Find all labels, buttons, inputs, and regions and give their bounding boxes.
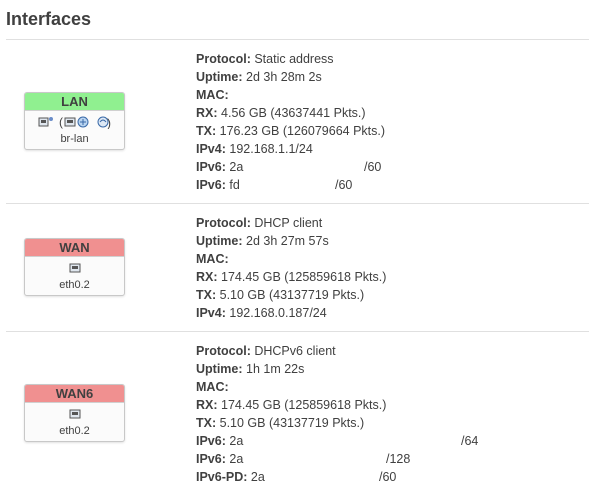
svg-text:(: ( (59, 115, 63, 129)
interface-badge-lan[interactable]: LAN ( ) br-lan (24, 92, 125, 150)
mac-label: MAC: (196, 380, 229, 394)
rx-value: 174.45 GB (125859618 Pkts.) (221, 270, 387, 284)
protocol-value: Static address (254, 52, 334, 66)
protocol-label: Protocol: (196, 216, 251, 230)
ipv4-label: IPv4: (196, 306, 226, 320)
ipv4-value: 192.168.1.1/24 (229, 142, 313, 156)
protocol-label: Protocol: (196, 52, 251, 66)
mac-label: MAC: (196, 252, 229, 266)
tx-label: TX: (196, 124, 217, 138)
uptime-label: Uptime: (196, 234, 243, 248)
rx-value: 4.56 GB (43637441 Pkts.) (221, 106, 366, 120)
ipv6-suffix: /60 (335, 178, 353, 192)
bridge-icon: ( (59, 113, 97, 130)
interface-icons (25, 403, 124, 424)
protocol-label: Protocol: (196, 344, 251, 358)
interface-details-wan6: Protocol: DHCPv6 client Uptime: 1h 1m 22… (196, 342, 478, 486)
uptime-value: 1h 1m 22s (246, 362, 305, 376)
ipv4-value: 192.168.0.187/24 (229, 306, 327, 320)
ipv4-label: IPv4: (196, 142, 226, 156)
rx-label: RX: (196, 398, 218, 412)
ipv6-prefix: 2a (229, 160, 244, 174)
interface-icons: ( ) (25, 111, 124, 132)
interface-device: eth0.2 (59, 279, 90, 291)
interface-device: br-lan (60, 133, 89, 145)
tx-label: TX: (196, 416, 217, 430)
mac-label: MAC: (196, 88, 229, 102)
ipv6-label: IPv6: (196, 178, 226, 192)
ipv6-label: IPv6: (196, 160, 226, 174)
uptime-label: Uptime: (196, 70, 243, 84)
ipv6-prefix: 2a (229, 452, 244, 466)
ipv6-suffix: /64 (461, 434, 479, 448)
tx-value: 5.10 GB (43137719 Pkts.) (219, 288, 365, 302)
interface-device: eth0.2 (59, 425, 90, 437)
ipv6-pd-suffix: /60 (379, 470, 397, 484)
interface-badge-wan6[interactable]: WAN6 eth0.2 (24, 384, 125, 442)
interface-details-wan: Protocol: DHCP client Uptime: 2d 3h 27m … (196, 214, 386, 322)
tx-value: 5.10 GB (43137719 Pkts.) (219, 416, 365, 430)
ethernet-port-icon (38, 113, 58, 130)
rx-value: 174.45 GB (125859618 Pkts.) (221, 398, 387, 412)
ipv6-label: IPv6: (196, 434, 226, 448)
ipv6-label: IPv6: (196, 452, 226, 466)
ipv6-suffix: /128 (386, 452, 411, 466)
title-divider (6, 39, 589, 40)
ipv6-pd-prefix: 2a (250, 470, 265, 484)
uptime-value: 2d 3h 28m 2s (246, 70, 322, 84)
interface-name: LAN (25, 93, 124, 111)
interface-name: WAN6 (25, 385, 124, 403)
interface-icons (25, 257, 124, 278)
ipv6-prefix: 2a (229, 434, 244, 448)
ipv6-suffix: /60 (364, 160, 382, 174)
wireless-icon: ) (97, 113, 111, 130)
page-title: Interfaces (6, 9, 92, 29)
uptime-label: Uptime: (196, 362, 243, 376)
ipv6-prefix: fd (229, 178, 240, 192)
tx-label: TX: (196, 288, 217, 302)
interface-details-lan: Protocol: Static address Uptime: 2d 3h 2… (196, 50, 385, 194)
protocol-value: DHCP client (254, 216, 323, 230)
tx-value: 176.23 GB (126079664 Pkts.) (219, 124, 386, 138)
rx-label: RX: (196, 270, 218, 284)
ipv6-pd-label: IPv6-PD: (196, 470, 248, 484)
uptime-value: 2d 3h 27m 57s (246, 234, 329, 248)
interface-badge-wan[interactable]: WAN eth0.2 (24, 238, 125, 296)
rx-label: RX: (196, 106, 218, 120)
svg-text:): ) (107, 116, 111, 129)
ethernet-port-icon (68, 405, 82, 422)
protocol-value: DHCPv6 client (254, 344, 336, 358)
interface-name: WAN (25, 239, 124, 257)
ethernet-port-icon (68, 259, 82, 276)
row-divider (6, 331, 589, 332)
row-divider (6, 203, 589, 204)
